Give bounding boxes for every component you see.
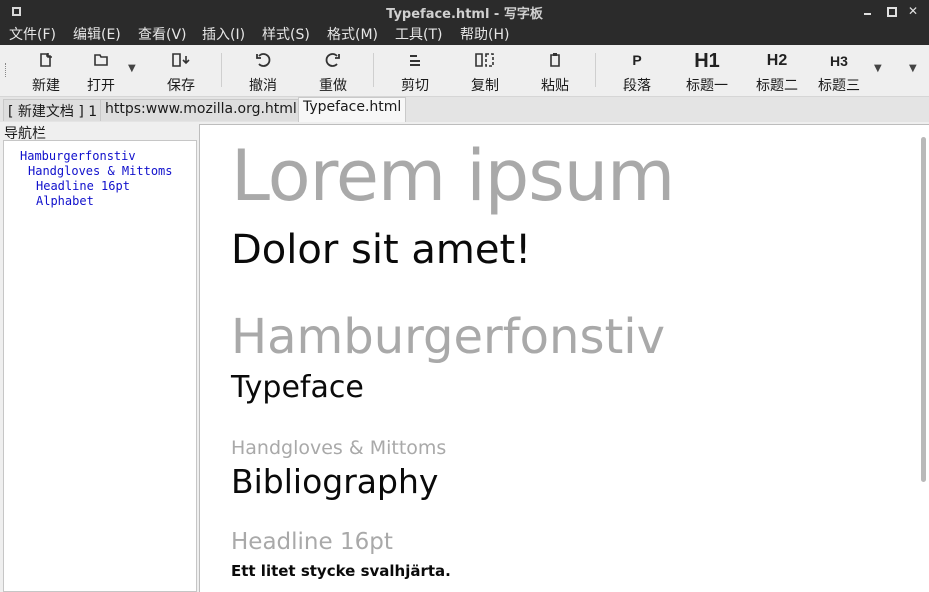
style-dropdown-arrow-icon[interactable]: ▼	[874, 63, 882, 74]
open-button[interactable]: 打开	[73, 49, 129, 94]
redo-button[interactable]: 重做	[305, 49, 361, 94]
minimize-button[interactable]	[859, 2, 877, 20]
menu-bar: 文件(F) 编辑(E) 查看(V) 插入(I) 样式(S) 格式(M) 工具(T…	[0, 23, 929, 45]
navigation-pane: 导航栏 Hamburgerfonstiv Handgloves & Mittom…	[0, 122, 199, 592]
redo-icon	[305, 52, 361, 70]
nav-link-hamburgerfonstiv[interactable]: Hamburgerfonstiv	[20, 149, 136, 163]
new-label: 新建	[32, 78, 60, 94]
menu-view[interactable]: 查看(V)	[138, 24, 187, 44]
save-button[interactable]: 保存	[153, 49, 209, 94]
scrollbar-thumb[interactable]	[921, 137, 926, 482]
toolbar-separator	[221, 53, 222, 87]
heading-dolor-sit-amet: Dolor sit amet!	[231, 227, 532, 273]
toolbar-grip[interactable]	[5, 63, 8, 77]
cut-button[interactable]: 剪切	[387, 49, 443, 94]
paste-icon	[527, 52, 583, 70]
paste-label: 粘贴	[541, 78, 569, 94]
paragraph-button[interactable]: P 段落	[609, 49, 665, 94]
document-editor[interactable]: Lorem ipsum Dolor sit amet! Hamburgerfon…	[199, 124, 929, 592]
heading3-button[interactable]: H3 标题三	[811, 49, 867, 94]
paste-button[interactable]: 粘贴	[527, 49, 583, 94]
heading-typeface: Typeface	[231, 370, 364, 405]
save-label: 保存	[167, 78, 195, 94]
undo-button[interactable]: 撤消	[235, 49, 291, 94]
menu-format[interactable]: 格式(M)	[327, 24, 378, 44]
paragraph-icon: P	[632, 52, 642, 68]
redo-label: 重做	[319, 78, 347, 94]
menu-help[interactable]: 帮助(H)	[460, 24, 509, 44]
copy-button[interactable]: 复制	[457, 49, 513, 94]
undo-label: 撤消	[249, 78, 277, 94]
heading-headline-16pt: Headline 16pt	[231, 529, 393, 555]
menu-style[interactable]: 样式(S)	[262, 24, 310, 44]
heading2-label: 标题二	[756, 78, 798, 94]
undo-icon	[235, 52, 291, 70]
toolbar-separator	[373, 53, 374, 87]
heading-hamburgerfonstiv: Hamburgerfonstiv	[231, 309, 666, 365]
nav-link-handgloves[interactable]: Handgloves & Mittoms	[28, 164, 173, 178]
heading2-button[interactable]: H2 标题二	[749, 49, 805, 94]
document-tabs: [ 新建文档 ] 1 https:www.mozilla.org.html Ty…	[0, 97, 929, 122]
menu-tools[interactable]: 工具(T)	[395, 24, 442, 44]
heading1-icon: H1	[694, 50, 720, 72]
open-label: 打开	[87, 78, 115, 94]
toolbar: 新建 打开 ▼ 保存 撤消 重做 剪切 复制 粘贴 P 段落 H1 标题一 H2…	[0, 45, 929, 97]
heading-bibliography: Bibliography	[231, 462, 439, 501]
window-title: Typeface.html - 写字板	[386, 7, 543, 22]
navigation-tree[interactable]: Hamburgerfonstiv Handgloves & Mittoms He…	[3, 140, 197, 592]
nav-link-headline[interactable]: Headline 16pt	[36, 179, 130, 193]
new-button[interactable]: 新建	[18, 49, 74, 94]
cut-icon	[387, 52, 443, 70]
heading3-icon: H3	[830, 53, 848, 69]
tab-typeface[interactable]: Typeface.html	[298, 97, 407, 122]
tab-new-document[interactable]: [ 新建文档 ] 1	[3, 99, 103, 121]
close-button[interactable]: ✕	[904, 2, 922, 20]
toolbar-overflow-arrow-icon[interactable]: ▼	[909, 63, 917, 74]
heading1-label: 标题一	[686, 78, 728, 94]
nav-link-alphabet[interactable]: Alphabet	[36, 194, 94, 208]
copy-label: 复制	[471, 78, 499, 94]
open-folder-icon	[73, 52, 129, 70]
menu-edit[interactable]: 编辑(E)	[73, 24, 121, 44]
new-document-icon	[18, 52, 74, 70]
cut-label: 剪切	[401, 78, 429, 94]
toolbar-separator	[595, 53, 596, 87]
heading-lorem-ipsum: Lorem ipsum	[231, 135, 675, 217]
save-icon	[153, 52, 209, 70]
maximize-button[interactable]	[882, 2, 900, 20]
heading-handgloves: Handgloves & Mittoms	[231, 437, 447, 459]
open-dropdown-arrow-icon[interactable]: ▼	[128, 63, 136, 74]
copy-icon	[457, 52, 513, 70]
heading2-icon: H2	[766, 52, 788, 69]
tab-mozilla[interactable]: https:www.mozilla.org.html	[100, 99, 302, 121]
heading1-button[interactable]: H1 标题一	[679, 49, 735, 94]
paragraph-label: 段落	[623, 78, 651, 94]
menu-file[interactable]: 文件(F)	[9, 24, 56, 44]
title-bar: Typeface.html - 写字板 ✕	[0, 0, 929, 23]
heading3-label: 标题三	[818, 78, 860, 94]
paragraph-text: Ett litet stycke svalhjärta.	[231, 562, 451, 580]
menu-insert[interactable]: 插入(I)	[202, 24, 245, 44]
